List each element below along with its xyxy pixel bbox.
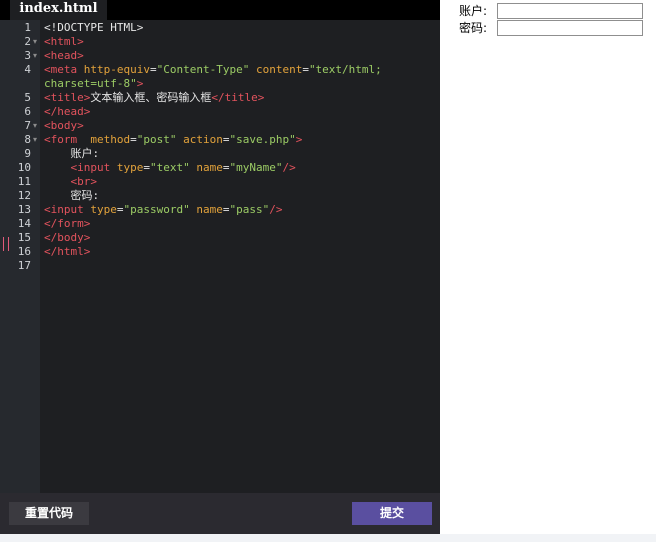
line-number: 9 xyxy=(24,147,31,160)
code-line-10: <input type="text" name="myName"/> xyxy=(70,161,296,174)
fold-arrow-icon[interactable]: ▾ xyxy=(33,35,39,49)
fold-arrow-icon[interactable]: ▾ xyxy=(33,49,39,63)
code-line-8: <form method="post" action="save.php"> xyxy=(44,133,303,146)
account-input[interactable] xyxy=(497,3,643,19)
password-label: 密码: xyxy=(459,21,488,35)
code-editor-panel: index.html 1 2 ▾ 3 ▾ 4 5 6 7 ▾ 8 ▾ 9 10 … xyxy=(0,0,440,534)
code-line-14: </form> xyxy=(44,217,91,230)
editor-action-bar: 重置代码 提交 xyxy=(0,493,440,534)
line-number: 6 xyxy=(24,105,31,118)
line-number: 17 xyxy=(17,259,31,272)
fold-arrow-icon[interactable]: ▾ xyxy=(33,133,39,147)
code-line-5: <title>文本输入框、密码输入框</title> xyxy=(44,91,265,104)
code-line-4-wrap: charset=utf-8"> xyxy=(44,77,144,90)
code-line-3: <head> xyxy=(44,49,84,62)
line-number: 7 xyxy=(24,119,31,132)
code-line-12: 密码: xyxy=(44,189,100,202)
submit-button[interactable]: 提交 xyxy=(352,502,432,525)
line-number: 2 xyxy=(24,35,31,48)
line-number: 5 xyxy=(24,91,31,104)
account-label: 账户: xyxy=(459,4,488,18)
tab-bar: index.html xyxy=(0,0,440,20)
reset-code-button[interactable]: 重置代码 xyxy=(9,502,89,525)
code-line-2: <html> xyxy=(44,35,84,48)
code-line-9: 账户: xyxy=(44,147,100,160)
password-input[interactable] xyxy=(497,20,643,36)
text-cursor-marker xyxy=(3,237,9,251)
code-line-15: </body> xyxy=(44,231,91,244)
tab-index-html[interactable]: index.html xyxy=(10,0,107,20)
line-number: 12 xyxy=(17,189,31,202)
code-line-1: <!DOCTYPE HTML> xyxy=(44,21,144,34)
code-line-6: </head> xyxy=(44,105,91,118)
line-number: 11 xyxy=(17,175,31,188)
code-line-4: <meta http-equiv="Content-Type" content=… xyxy=(44,63,382,76)
code-line-7: <body> xyxy=(44,119,84,132)
code-line-13: <input type="password" name="pass"/> xyxy=(44,203,283,216)
bottom-strip xyxy=(0,534,656,542)
fold-arrow-icon[interactable]: ▾ xyxy=(33,119,39,133)
preview-panel: 账户: 密码: xyxy=(440,0,656,534)
line-number: 10 xyxy=(17,161,31,174)
code-line-11: <br> xyxy=(70,175,98,188)
line-number-gutter: 1 2 ▾ 3 ▾ 4 5 6 7 ▾ 8 ▾ 9 10 11 12 13 14… xyxy=(0,20,40,493)
line-number: 8 xyxy=(24,133,31,146)
line-number: 1 xyxy=(24,21,31,34)
line-number: 13 xyxy=(17,203,31,216)
line-number: 4 xyxy=(24,63,31,76)
line-number: 3 xyxy=(24,49,31,62)
code-line-16: </html> xyxy=(44,245,91,258)
line-number: 14 xyxy=(17,217,31,230)
